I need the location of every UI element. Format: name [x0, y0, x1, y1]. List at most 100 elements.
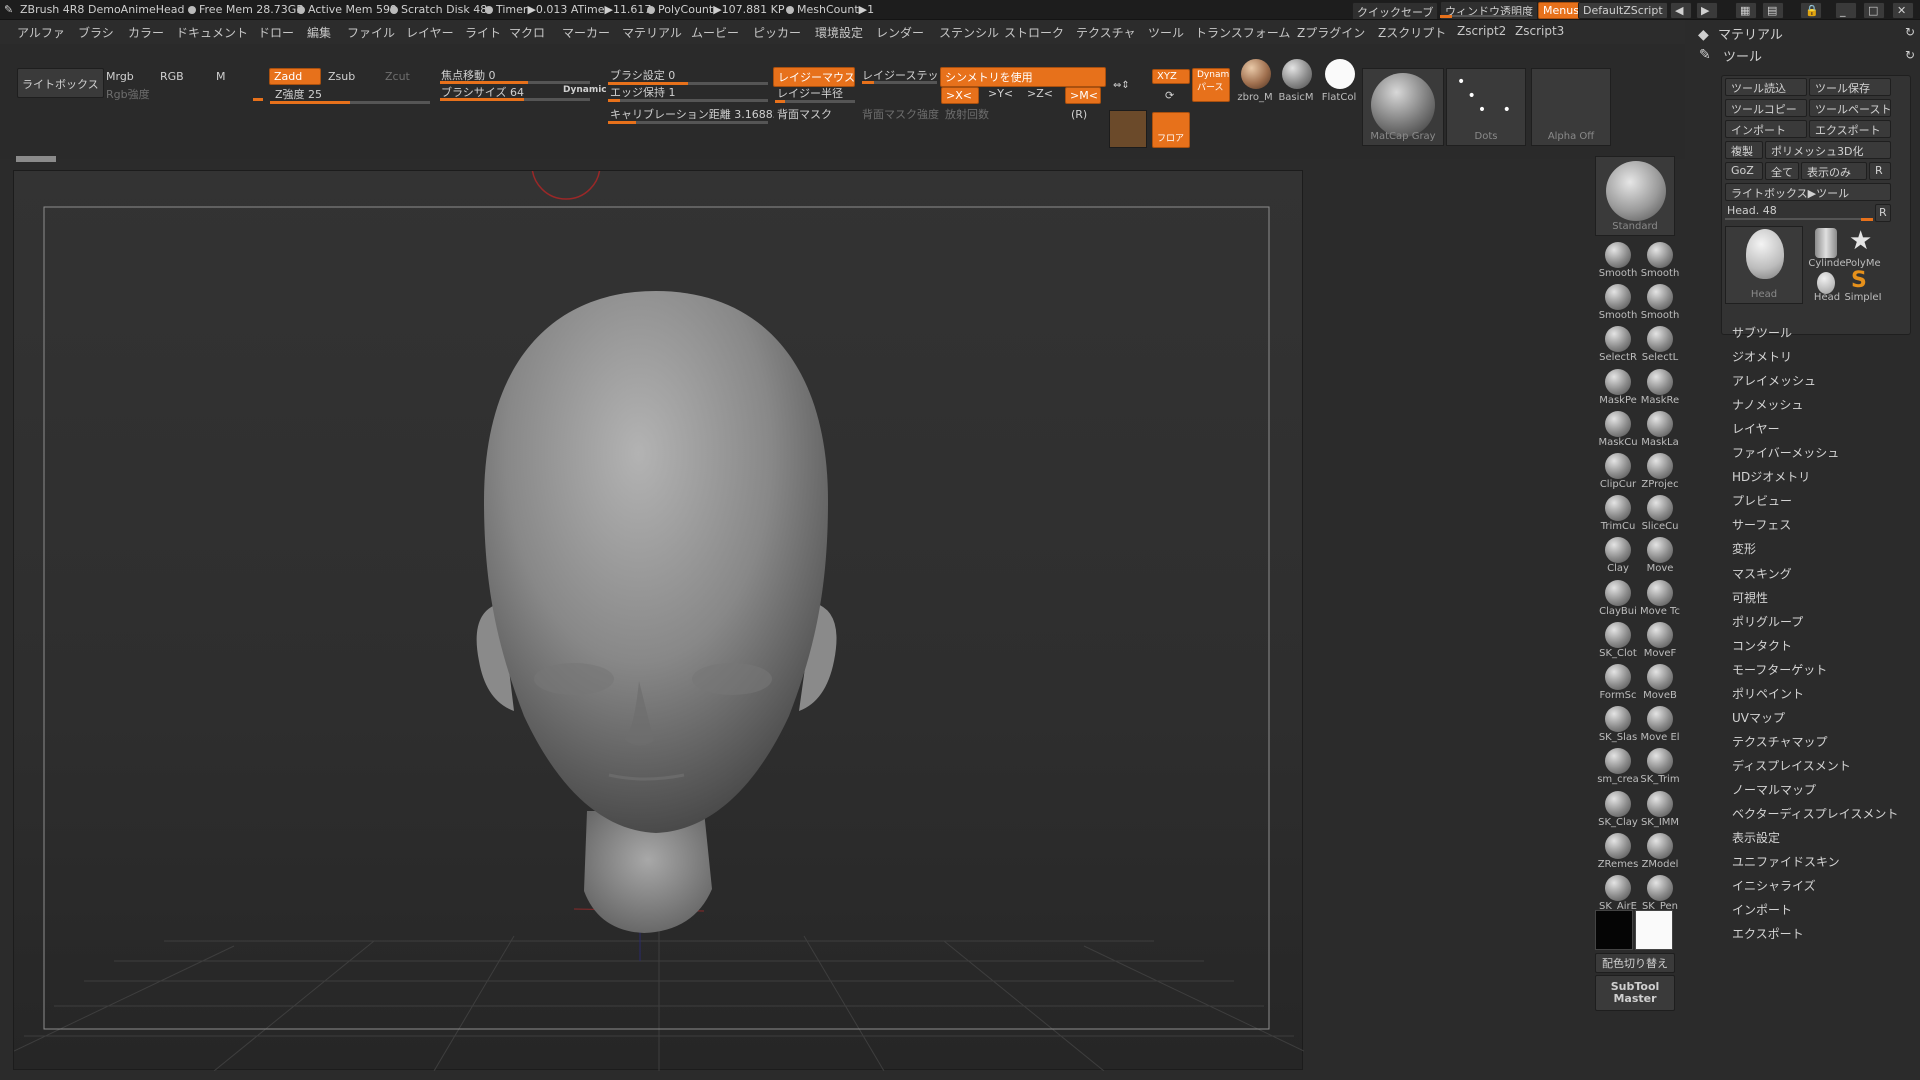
brush-icon-25[interactable]: [1647, 748, 1673, 775]
floor-button[interactable]: フロア: [1152, 112, 1190, 148]
goz-r-button[interactable]: R: [1869, 162, 1891, 180]
scroll-left-icon[interactable]: ◀: [1670, 2, 1692, 19]
brush-icon-1[interactable]: [1647, 242, 1673, 268]
window-transparency-button[interactable]: ウィンドウ透明度: [1440, 1, 1538, 19]
tool-submenu-22[interactable]: ユニファイドスキン: [1732, 853, 1840, 870]
tool-submenu-8[interactable]: サーフェス: [1732, 516, 1791, 533]
brush-icon-14[interactable]: [1605, 537, 1631, 564]
zsub-button[interactable]: Zsub: [328, 70, 355, 83]
clone-button[interactable]: 複製: [1725, 141, 1763, 159]
refresh-icon-2[interactable]: ↻: [1905, 48, 1915, 62]
menu-item-8[interactable]: ライト: [465, 24, 501, 41]
brush-icon-28[interactable]: [1605, 832, 1631, 859]
tool-copy-button[interactable]: ツールコピー: [1725, 99, 1807, 117]
brush-icon-21[interactable]: [1647, 664, 1673, 690]
refresh-icon[interactable]: ↻: [1905, 25, 1915, 39]
menu-item-3[interactable]: ドキュメント: [176, 24, 248, 41]
z-symmetry-button[interactable]: >Z<: [1027, 87, 1053, 100]
brush-icon-20[interactable]: [1605, 664, 1631, 690]
rgb-button[interactable]: RGB: [160, 70, 184, 83]
tool-export-button[interactable]: エクスポート: [1809, 120, 1891, 138]
material-palette-title[interactable]: マテリアル: [1718, 24, 1783, 43]
brush-icon-17[interactable]: [1647, 579, 1673, 606]
tool-submenu-16[interactable]: UVマップ: [1732, 709, 1785, 726]
dynamic-persp-button[interactable]: Dynamicパース: [1192, 68, 1230, 102]
tool-submenu-15[interactable]: ポリペイント: [1732, 685, 1804, 702]
quicksave-button[interactable]: クイックセーブ: [1352, 2, 1439, 19]
goz-all-button[interactable]: 全て: [1765, 162, 1799, 180]
tool-submenu-4[interactable]: レイヤー: [1732, 420, 1780, 437]
simplebrush-icon[interactable]: S: [1851, 268, 1867, 293]
swap-colors-button[interactable]: 配色切り替え: [1595, 953, 1675, 973]
brush-icon-24[interactable]: [1605, 748, 1631, 775]
tool-save-button[interactable]: ツール保存: [1809, 78, 1891, 96]
head-small-icon[interactable]: [1817, 272, 1835, 294]
tool-submenu-3[interactable]: ナノメッシュ: [1732, 396, 1803, 413]
brush-icon-23[interactable]: [1647, 706, 1673, 733]
brush-icon-7[interactable]: [1647, 368, 1673, 395]
tool-submenu-11[interactable]: 可視性: [1732, 589, 1768, 606]
menu-item-11[interactable]: マテリアル: [622, 24, 682, 41]
brush-icon-10[interactable]: [1605, 453, 1631, 479]
matcap-thumbnail[interactable]: MatCap Gray: [1362, 68, 1444, 146]
brush-icon-9[interactable]: [1647, 410, 1673, 437]
menu-item-13[interactable]: ピッカー: [753, 24, 801, 41]
brush-icon-18[interactable]: [1605, 621, 1631, 648]
brush-icon-19[interactable]: [1647, 621, 1673, 648]
brush-icon-13[interactable]: [1647, 495, 1673, 522]
menu-item-1[interactable]: ブラシ: [78, 24, 114, 41]
secondary-color-swatch[interactable]: [1635, 910, 1673, 950]
maximize-icon[interactable]: □: [1863, 2, 1885, 19]
tool-r-button[interactable]: R: [1875, 204, 1891, 222]
scroll-right-icon[interactable]: ▶: [1696, 2, 1718, 19]
gizmo-icon[interactable]: ⇔⇕: [1113, 80, 1130, 91]
brush-icon-6[interactable]: [1605, 368, 1631, 395]
tool-submenu-20[interactable]: ベクターディスプレイスメント: [1732, 805, 1898, 822]
brush-icon-31[interactable]: [1647, 875, 1673, 901]
z-intensity-slider[interactable]: Z強度 25: [275, 86, 322, 102]
tool-submenu-2[interactable]: アレイメッシュ: [1732, 372, 1816, 389]
menu-item-24[interactable]: Zscript3: [1515, 24, 1564, 38]
lock-icon[interactable]: 🔒: [1800, 2, 1822, 19]
backface-intensity-slider[interactable]: 背面マスク強度: [862, 106, 939, 122]
brush-icon-30[interactable]: [1605, 875, 1631, 901]
rgb-intensity-slider[interactable]: Rgb強度: [106, 86, 150, 102]
tool-submenu-18[interactable]: ディスプレイスメント: [1732, 757, 1851, 774]
xyz-rotate-button[interactable]: XYZ: [1152, 69, 1190, 84]
tool-submenu-1[interactable]: ジオメトリ: [1732, 348, 1792, 365]
m-button[interactable]: M: [216, 70, 226, 83]
make-polymesh-button[interactable]: ポリメッシュ3D化: [1765, 141, 1891, 159]
default-zscript-button[interactable]: DefaultZScript: [1578, 2, 1668, 19]
lazymouse-button[interactable]: レイジーマウス: [773, 67, 855, 87]
subtool-master-button[interactable]: SubTool Master: [1595, 975, 1675, 1011]
menu-item-2[interactable]: カラー: [128, 24, 164, 41]
tool-submenu-17[interactable]: テクスチャマップ: [1732, 733, 1828, 750]
lightbox-button[interactable]: ライトボックス: [17, 68, 104, 98]
tool-submenu-12[interactable]: ポリグループ: [1732, 613, 1803, 630]
tool-submenu-13[interactable]: コンタクト: [1732, 637, 1792, 654]
menu-item-18[interactable]: テクスチャ: [1076, 24, 1136, 41]
goz-visible-button[interactable]: 表示のみ: [1801, 162, 1867, 180]
tool-submenu-14[interactable]: モーフターゲット: [1732, 661, 1827, 678]
material-basic[interactable]: [1282, 59, 1312, 89]
dynamic-toggle[interactable]: Dynamic: [563, 85, 607, 95]
tool-submenu-25[interactable]: エクスポート: [1732, 925, 1804, 942]
alpha-thumbnail[interactable]: Alpha Off: [1531, 68, 1611, 146]
zcut-button[interactable]: Zcut: [385, 70, 410, 83]
x-symmetry-button[interactable]: >X<: [941, 87, 979, 104]
backface-mask-button[interactable]: 背面マスク: [777, 106, 832, 122]
rotate-icon[interactable]: ⟳: [1165, 89, 1174, 102]
tool-submenu-0[interactable]: サブツール: [1732, 324, 1792, 341]
menu-item-16[interactable]: ステンシル: [939, 24, 999, 41]
menu-item-9[interactable]: マクロ: [509, 24, 545, 41]
edge-keep-slider[interactable]: エッジ保持 1: [610, 84, 676, 100]
menu-item-0[interactable]: アルファ: [17, 24, 65, 41]
brush-icon-22[interactable]: [1605, 706, 1631, 733]
lightbox-tool-button[interactable]: ライトボックス▶ツール: [1725, 183, 1891, 201]
brush-icon-11[interactable]: [1647, 453, 1673, 479]
tool-palette-title[interactable]: ツール: [1723, 46, 1762, 65]
tool-submenu-21[interactable]: 表示設定: [1732, 829, 1780, 846]
transparency-slider[interactable]: [1440, 15, 1528, 18]
tool-import-button[interactable]: インポート: [1725, 120, 1807, 138]
radial-symmetry-button[interactable]: (R): [1071, 108, 1087, 121]
